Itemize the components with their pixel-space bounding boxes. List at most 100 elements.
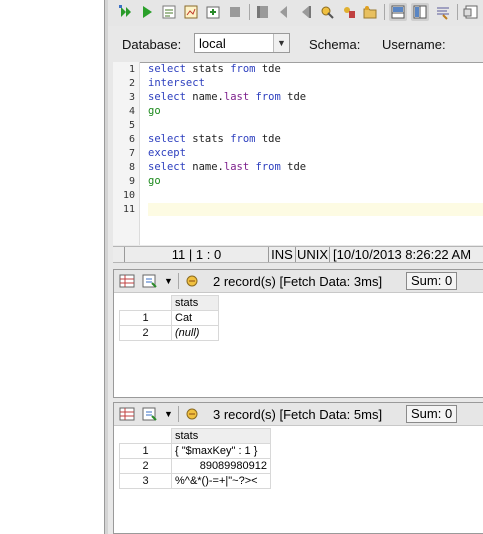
result-toolbar: ▼ 2 record(s) [Fetch Data: 3ms] Sum: 0: [114, 270, 483, 293]
line-number: 4: [128, 106, 135, 117]
table-row[interactable]: 2 (null): [119, 325, 219, 341]
result-grid[interactable]: stats 1 Cat 2 (null): [119, 295, 219, 341]
stop-icon[interactable]: [226, 3, 244, 21]
sum-box: Sum: 0: [406, 405, 458, 423]
sql-text: name.: [185, 161, 224, 173]
result-panel-1: ▼ 2 record(s) [Fetch Data: 3ms] Sum: 0 s…: [113, 269, 483, 398]
line-ending: UNIX: [296, 247, 330, 262]
line-number: 3: [128, 92, 135, 103]
row-number: 2: [119, 458, 172, 474]
explain-icon[interactable]: [160, 3, 178, 21]
line-number: 10: [122, 190, 135, 201]
grid-view-icon[interactable]: [119, 406, 135, 422]
sql-keyword: select: [148, 133, 186, 145]
username-label: Username:: [382, 37, 446, 52]
line-number: 6: [128, 134, 135, 145]
sql-keyword: select: [148, 63, 186, 75]
sql-keyword: select: [148, 161, 186, 173]
database-label: Database:: [122, 37, 182, 52]
table-cell[interactable]: (null): [171, 325, 219, 341]
sql-text: tde: [280, 161, 307, 173]
sql-keyword: select: [148, 91, 186, 103]
code-line[interactable]: select stats from tde: [148, 63, 281, 75]
timestamp: [10/10/2013 8:26:22 AM: [333, 247, 472, 262]
line-number: 9: [128, 176, 135, 187]
sql-text: tde: [280, 91, 307, 103]
batch-separator: go: [148, 175, 161, 187]
bookmark-icon[interactable]: [340, 3, 358, 21]
export-icon[interactable]: [204, 3, 222, 21]
grid-view-icon[interactable]: [119, 273, 135, 289]
run-icon[interactable]: [138, 3, 156, 21]
record-summary: 2 record(s) [Fetch Data: 3ms]: [213, 274, 383, 289]
code-line[interactable]: select name.last from tde: [148, 91, 306, 103]
table-cell[interactable]: { "$maxKey" : 1 }: [171, 443, 271, 459]
run-all-icon[interactable]: [117, 3, 135, 21]
database-select[interactable]: local ▼: [194, 33, 290, 53]
code-line[interactable]: intersect: [148, 77, 205, 89]
sql-keyword: intersect: [148, 77, 205, 89]
line-number: 8: [128, 162, 135, 173]
sql-text: name.: [185, 91, 224, 103]
schema-label: Schema:: [309, 37, 361, 52]
layout-editor-icon[interactable]: [389, 3, 407, 21]
sum-box: Sum: 0: [406, 272, 458, 290]
table-cell[interactable]: Cat: [171, 310, 219, 326]
back-icon[interactable]: [275, 3, 293, 21]
batch-separator: go: [148, 105, 161, 117]
sql-text: tde: [255, 63, 281, 75]
sql-field: last: [223, 91, 250, 103]
code-line[interactable]: select name.last from tde: [148, 161, 306, 173]
left-blank-area: [0, 0, 104, 534]
sql-keyword: except: [148, 147, 186, 159]
history-icon[interactable]: [318, 3, 336, 21]
connection-bar: Database: local ▼ Schema: Username:: [108, 32, 483, 58]
table-row[interactable]: 3 %^&*()-=+|"~?><: [119, 473, 271, 489]
prev-icon[interactable]: [254, 3, 272, 21]
chevron-down-icon[interactable]: ▼: [164, 409, 173, 419]
table-row[interactable]: 1 Cat: [119, 310, 219, 326]
result-panel-2: ▼ 3 record(s) [Fetch Data: 5ms] Sum: 0 s…: [113, 402, 483, 534]
code-line[interactable]: except: [148, 147, 186, 159]
toolbar: [108, 0, 483, 26]
row-number-header: [120, 429, 172, 444]
export-results-icon[interactable]: [142, 273, 158, 289]
table-cell[interactable]: 89089980912: [171, 458, 271, 474]
code-line[interactable]: select stats from tde: [148, 133, 281, 145]
folder-icon[interactable]: [361, 3, 379, 21]
filter-icon[interactable]: [184, 273, 200, 289]
sql-keyword: from: [230, 63, 256, 75]
sql-text: stats: [185, 133, 231, 145]
insert-mode: INS: [269, 247, 296, 262]
export-results-icon[interactable]: [142, 406, 158, 422]
column-header[interactable]: stats: [171, 295, 219, 311]
table-row[interactable]: 2 89089980912: [119, 458, 271, 474]
sql-keyword: from: [230, 133, 256, 145]
chevron-down-icon[interactable]: ▼: [164, 276, 173, 286]
table-row[interactable]: 1 { "$maxKey" : 1 }: [119, 443, 271, 459]
column-header[interactable]: stats: [171, 428, 271, 444]
plan-icon[interactable]: [182, 3, 200, 21]
sql-field: last: [223, 161, 250, 173]
sql-keyword: from: [255, 91, 281, 103]
table-cell[interactable]: %^&*()-=+|"~?><: [171, 473, 271, 489]
line-number: 1: [128, 64, 135, 75]
result-grid[interactable]: stats 1 { "$maxKey" : 1 } 2 89089980912 …: [119, 428, 271, 489]
chevron-down-icon[interactable]: ▼: [273, 34, 289, 52]
code-line[interactable]: go: [148, 175, 161, 187]
line-number: 5: [128, 120, 135, 131]
filter-icon[interactable]: [184, 406, 200, 422]
sql-keyword: from: [255, 161, 281, 173]
layout-split-icon[interactable]: [411, 3, 429, 21]
sql-text: stats: [185, 63, 231, 75]
row-number: 1: [119, 443, 172, 459]
code-line[interactable]: go: [148, 105, 161, 117]
result-toolbar: ▼ 3 record(s) [Fetch Data: 5ms] Sum: 0: [114, 403, 483, 426]
forward-icon[interactable]: [296, 3, 314, 21]
editor-status-bar: 11 | 1 : 0 INS UNIX [10/10/2013 8:26:22 …: [113, 246, 483, 263]
record-summary: 3 record(s) [Fetch Data: 5ms]: [213, 407, 383, 422]
format-icon[interactable]: [434, 3, 452, 21]
row-number: 1: [119, 310, 172, 326]
cursor-position: 11 | 1 : 0: [125, 247, 269, 262]
window-icon[interactable]: [462, 3, 480, 21]
